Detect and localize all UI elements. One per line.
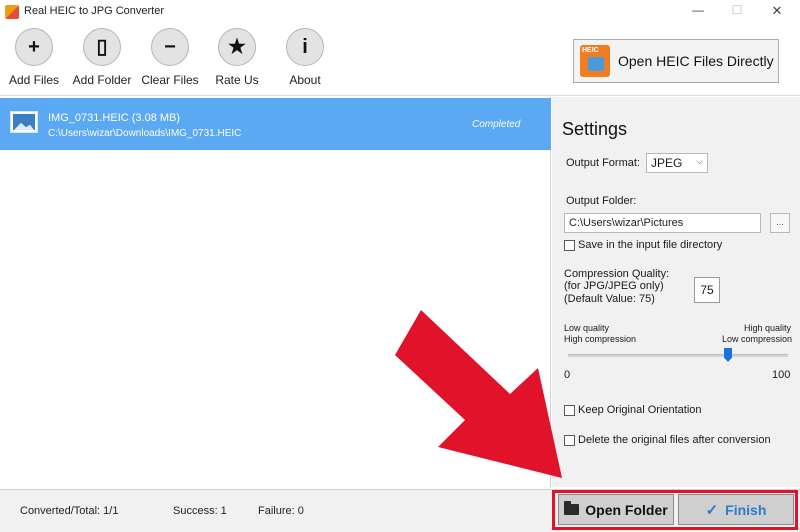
keep-orientation-checkbox[interactable]: [564, 405, 575, 416]
about-label: About: [289, 73, 321, 87]
open-folder-button[interactable]: Open Folder: [558, 494, 674, 525]
keep-orientation-label: Keep Original Orientation: [578, 404, 702, 416]
file-name: IMG_0731.HEIC (3.08 MB): [48, 112, 181, 124]
compression-default: (Default Value: 75): [564, 293, 655, 305]
window-title: Real HEIC to JPG Converter: [24, 5, 164, 17]
info-icon: i: [286, 28, 324, 66]
image-thumbnail-icon: [10, 111, 38, 133]
delete-original-checkbox[interactable]: [564, 435, 575, 446]
converted-total-status: Converted/Total: 1/1: [20, 505, 119, 517]
browse-folder-button[interactable]: ...: [770, 213, 790, 233]
chevron-down-icon: ⌵: [696, 156, 703, 166]
settings-title: Settings: [562, 119, 628, 139]
output-format-value: JPEG: [651, 156, 683, 170]
save-in-input-checkbox[interactable]: [564, 240, 575, 251]
high-quality-label: High quality: [744, 323, 792, 333]
slider-min-label: 0: [564, 369, 571, 381]
app-icon: [5, 5, 19, 19]
file-list[interactable]: IMG_0731.HEIC (3.08 MB) C:\Users\wizar\D…: [0, 97, 551, 487]
add-files-button[interactable]: + Add Files: [1, 28, 67, 92]
heic-file-icon: HEIC: [580, 45, 610, 77]
folder-icon: ▯: [83, 28, 121, 66]
open-heic-label: Open HEIC Files Directly: [618, 53, 774, 69]
high-compression-label: High compression: [564, 334, 637, 344]
save-in-input-label: Save in the input file directory: [578, 239, 723, 251]
settings-panel: Settings Output Format: JPEG ⌵ Output Fo…: [552, 97, 800, 487]
quality-slider-thumb[interactable]: [724, 348, 732, 362]
title-bar: Real HEIC to JPG Converter — ☐ ✕: [0, 0, 800, 24]
open-folder-label: Open Folder: [585, 501, 668, 518]
slider-max-label: 100: [772, 369, 791, 381]
output-format-select[interactable]: JPEG ⌵: [646, 153, 708, 173]
add-files-label: Add Files: [8, 73, 60, 87]
plus-icon: +: [15, 28, 53, 66]
minus-icon: −: [151, 28, 189, 66]
finish-label: Finish: [725, 501, 767, 518]
low-compression-label: Low compression: [722, 334, 793, 344]
rate-us-button[interactable]: ★ Rate Us: [204, 28, 270, 92]
success-status: Success: 1: [173, 505, 227, 517]
output-folder-label: Output Folder:: [566, 195, 637, 207]
file-status: Completed: [472, 119, 521, 130]
output-format-label: Output Format:: [566, 157, 640, 169]
add-folder-button[interactable]: ▯ Add Folder: [69, 28, 135, 92]
maximize-button[interactable]: ☐: [722, 3, 752, 17]
star-icon: ★: [218, 28, 256, 66]
finish-button[interactable]: ✓ Finish: [678, 494, 794, 525]
output-folder-field[interactable]: C:\Users\wizar\Pictures: [564, 213, 761, 233]
compression-label: Compression Quality:: [564, 268, 670, 280]
folder-open-icon: [564, 501, 580, 515]
about-button[interactable]: i About: [272, 28, 338, 92]
minimize-button[interactable]: —: [683, 3, 713, 17]
checkmark-icon: ✓: [705, 501, 719, 519]
delete-original-label: Delete the original files after conversi…: [578, 434, 771, 446]
failure-status: Failure: 0: [258, 505, 304, 517]
rate-us-label: Rate Us: [215, 73, 259, 87]
file-list-item[interactable]: IMG_0731.HEIC (3.08 MB) C:\Users\wizar\D…: [0, 98, 551, 150]
add-folder-label: Add Folder: [72, 73, 132, 87]
close-button[interactable]: ✕: [762, 3, 792, 19]
clear-files-button[interactable]: − Clear Files: [137, 28, 203, 92]
open-heic-button[interactable]: HEIC Open HEIC Files Directly: [573, 39, 779, 83]
compression-quality-field[interactable]: 75: [694, 277, 720, 303]
compression-note: (for JPG/JPEG only): [564, 280, 664, 292]
toolbar: + Add Files ▯ Add Folder − Clear Files ★…: [0, 24, 800, 96]
low-quality-label: Low quality: [564, 323, 610, 333]
file-path: C:\Users\wizar\Downloads\IMG_0731.HEIC: [48, 128, 242, 139]
clear-files-label: Clear Files: [141, 73, 199, 87]
quality-slider-track[interactable]: [568, 354, 788, 357]
